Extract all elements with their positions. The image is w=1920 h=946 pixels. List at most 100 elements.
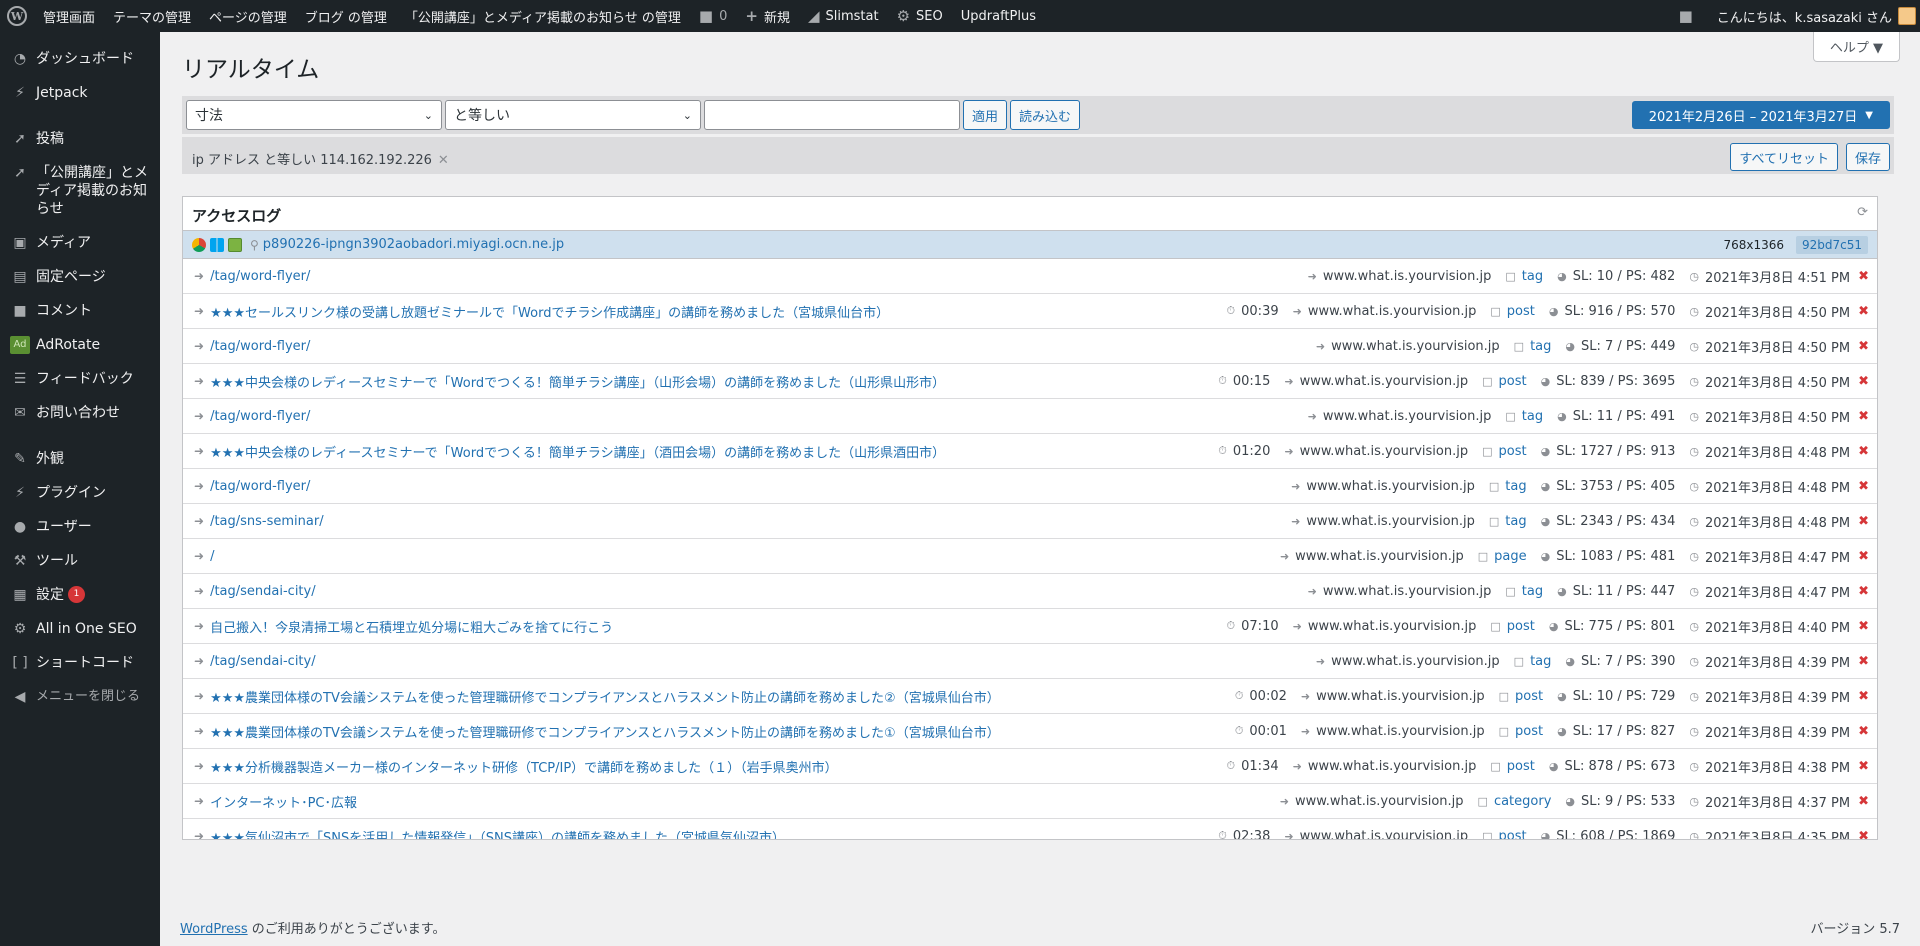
content-type-value[interactable]: tag <box>1522 584 1543 599</box>
content-type-value[interactable]: tag <box>1505 479 1526 494</box>
sidebar-item-news[interactable]: ➚ 「公開講座」とメディア掲載のお知らせ <box>0 156 160 226</box>
sidebar-item-contact[interactable]: ✉ お問い合わせ <box>0 396 160 430</box>
adminbar-slimstat[interactable]: ◢ Slimstat <box>799 0 888 32</box>
sidebar-item-settings[interactable]: ▦ 設定 1 <box>0 578 160 612</box>
sidebar-item-tools[interactable]: ⚒ ツール <box>0 544 160 578</box>
filter-value-input[interactable] <box>704 100 960 130</box>
delete-icon[interactable]: ✖ <box>1858 584 1869 599</box>
adminbar-notice[interactable]: ■ <box>1670 0 1708 32</box>
visitor-hostname[interactable]: p890226-ipngn3902aobadori.miyagi.ocn.ne.… <box>263 237 564 252</box>
clock-icon: ◷ <box>1689 514 1699 528</box>
adminbar-news[interactable]: 「公開講座」とメディア掲載のお知らせ の管理 <box>396 0 690 32</box>
sidebar-item-pages[interactable]: ▤ 固定ページ <box>0 260 160 294</box>
content-type-value[interactable]: post <box>1507 759 1535 774</box>
content-type-value[interactable]: post <box>1499 829 1527 840</box>
content-type-value[interactable]: category <box>1494 794 1551 809</box>
page-link[interactable]: ★★★農業団体様のTV会議システムを使った管理職研修でコンプライアンスとハラスメ… <box>210 722 1000 741</box>
adminbar-pages[interactable]: ページの管理 <box>200 0 296 32</box>
page-link[interactable]: 自己搬入！今泉清掃工場と石積埋立処分場に粗大ごみを捨てに行こう <box>210 617 613 636</box>
page-link[interactable]: /tag/sendai-city/ <box>210 584 316 599</box>
content-type-value[interactable]: post <box>1499 444 1527 459</box>
adminbar-dashboard[interactable]: 管理画面 <box>34 0 104 32</box>
content-type-value[interactable]: post <box>1515 689 1543 704</box>
save-filter-button[interactable]: 保存 <box>1845 143 1890 171</box>
content-type-value[interactable]: post <box>1499 374 1527 389</box>
wordpress-logo-icon[interactable]: W <box>0 0 34 32</box>
delete-icon[interactable]: ✖ <box>1858 479 1869 494</box>
content-type-value[interactable]: tag <box>1505 514 1526 529</box>
page-link[interactable]: ★★★気仙沼市で「SNSを活用した情報発信」（SNS講座）の講師を務めました（宮… <box>210 827 785 840</box>
stats-value: SL: 7 / PS: 390 <box>1581 653 1676 669</box>
page-link[interactable]: ★★★分析機器製造メーカー様のインターネット研修（TCP/IP）で講師を務めまし… <box>210 757 838 776</box>
sidebar-item-media[interactable]: ▣ メディア <box>0 226 160 260</box>
adminbar-account[interactable]: こんにちは、k.sasazaki さん <box>1708 0 1920 32</box>
content-type-value[interactable]: tag <box>1522 269 1543 284</box>
delete-icon[interactable]: ✖ <box>1858 689 1869 704</box>
load-button[interactable]: 読み込む <box>1010 100 1081 130</box>
page-link[interactable]: ★★★中央会様のレディースセミナーで「Wordでつくる！簡単チラシ講座」（酒田会… <box>210 442 945 461</box>
delete-icon[interactable]: ✖ <box>1858 339 1869 354</box>
page-link[interactable]: /tag/sendai-city/ <box>210 654 316 669</box>
content-type-value[interactable]: post <box>1507 619 1535 634</box>
visitor-id-badge[interactable]: 92bd7c51 <box>1795 235 1868 254</box>
page-link[interactable]: ★★★セールスリンク様の受講し放題ゼミナールで「Wordでチラシ作成講座」の講師… <box>210 302 889 321</box>
delete-icon[interactable]: ✖ <box>1858 374 1869 389</box>
sidebar-item-dashboard[interactable]: ◔ ダッシュボード <box>0 42 160 76</box>
sidebar-item-feedback[interactable]: ☰ フィードバック <box>0 362 160 396</box>
page-link[interactable]: / <box>210 549 214 564</box>
sidebar-item-shortcode[interactable]: [ ] ショートコード <box>0 646 160 680</box>
page-link[interactable]: /tag/word-flyer/ <box>210 479 310 494</box>
content-type-value[interactable]: tag <box>1522 409 1543 424</box>
page-link[interactable]: /tag/word-flyer/ <box>210 409 310 424</box>
adminbar-seo[interactable]: ⚙ SEO <box>888 0 952 32</box>
sidebar-item-comments[interactable]: ■ コメント <box>0 294 160 328</box>
content-type-value[interactable]: post <box>1507 304 1535 319</box>
sidebar-item-appearance[interactable]: ✎ 外観 <box>0 442 160 476</box>
refresh-icon[interactable]: ⟳ <box>1857 205 1868 220</box>
delete-icon[interactable]: ✖ <box>1858 829 1869 840</box>
content-type-value[interactable]: post <box>1515 724 1543 739</box>
delete-icon[interactable]: ✖ <box>1858 794 1869 809</box>
delete-icon[interactable]: ✖ <box>1858 514 1869 529</box>
sidebar-item-posts[interactable]: ➚ 投稿 <box>0 122 160 156</box>
date-range-button[interactable]: 2021年2月26日 – 2021年3月27日 ▼ <box>1631 101 1890 129</box>
delete-icon[interactable]: ✖ <box>1858 409 1869 424</box>
page-link[interactable]: /tag/word-flyer/ <box>210 339 310 354</box>
delete-icon[interactable]: ✖ <box>1858 759 1869 774</box>
adminbar-theme[interactable]: テーマの管理 <box>104 0 200 32</box>
entry-icon: ➜ <box>194 269 205 283</box>
sidebar-collapse-menu[interactable]: ◀ メニューを閉じる <box>0 680 160 714</box>
entry-icon: ➜ <box>194 619 205 633</box>
delete-icon[interactable]: ✖ <box>1858 724 1869 739</box>
delete-icon[interactable]: ✖ <box>1858 654 1869 669</box>
delete-icon[interactable]: ✖ <box>1858 269 1869 284</box>
page-link[interactable]: インターネット･PC･広報 <box>210 792 357 811</box>
sidebar-item-plugins[interactable]: ⚡ プラグイン <box>0 476 160 510</box>
delete-icon[interactable]: ✖ <box>1858 444 1869 459</box>
content-type-value[interactable]: page <box>1494 549 1526 564</box>
delete-icon[interactable]: ✖ <box>1858 549 1869 564</box>
page-link[interactable]: ★★★農業団体様のTV会議システムを使った管理職研修でコンプライアンスとハラスメ… <box>210 687 1000 706</box>
help-button[interactable]: ヘルプ ▼ <box>1812 32 1900 62</box>
sidebar-item-users[interactable]: ● ユーザー <box>0 510 160 544</box>
operator-select[interactable]: と等しい ⌄ <box>445 100 701 130</box>
delete-icon[interactable]: ✖ <box>1858 304 1869 319</box>
adminbar-comments[interactable]: ■ 0 <box>690 0 736 32</box>
wordpress-link[interactable]: WordPress <box>180 922 248 937</box>
delete-icon[interactable]: ✖ <box>1858 619 1869 634</box>
dimension-select[interactable]: 寸法 ⌄ <box>186 100 442 130</box>
reset-all-button[interactable]: すべてリセット <box>1730 143 1838 171</box>
page-link[interactable]: ★★★中央会様のレディースセミナーで「Wordでつくる！簡単チラシ講座」（山形会… <box>210 372 945 391</box>
page-link[interactable]: /tag/word-flyer/ <box>210 269 310 284</box>
adminbar-blog[interactable]: ブログ の管理 <box>296 0 396 32</box>
sidebar-item-jetpack[interactable]: ⚡ Jetpack <box>0 76 160 110</box>
sidebar-item-aioseo[interactable]: ⚙ All in One SEO <box>0 612 160 646</box>
sidebar-item-adrotate[interactable]: Ad AdRotate <box>0 328 160 362</box>
apply-button[interactable]: 適用 <box>963 100 1008 130</box>
adminbar-new[interactable]: + 新規 <box>736 0 799 32</box>
remove-filter-icon[interactable]: ✕ <box>438 153 449 168</box>
page-link[interactable]: /tag/sns-seminar/ <box>210 514 324 529</box>
content-type-value[interactable]: tag <box>1530 654 1551 669</box>
content-type-value[interactable]: tag <box>1530 339 1551 354</box>
adminbar-updraft[interactable]: UpdraftPlus <box>952 0 1045 32</box>
